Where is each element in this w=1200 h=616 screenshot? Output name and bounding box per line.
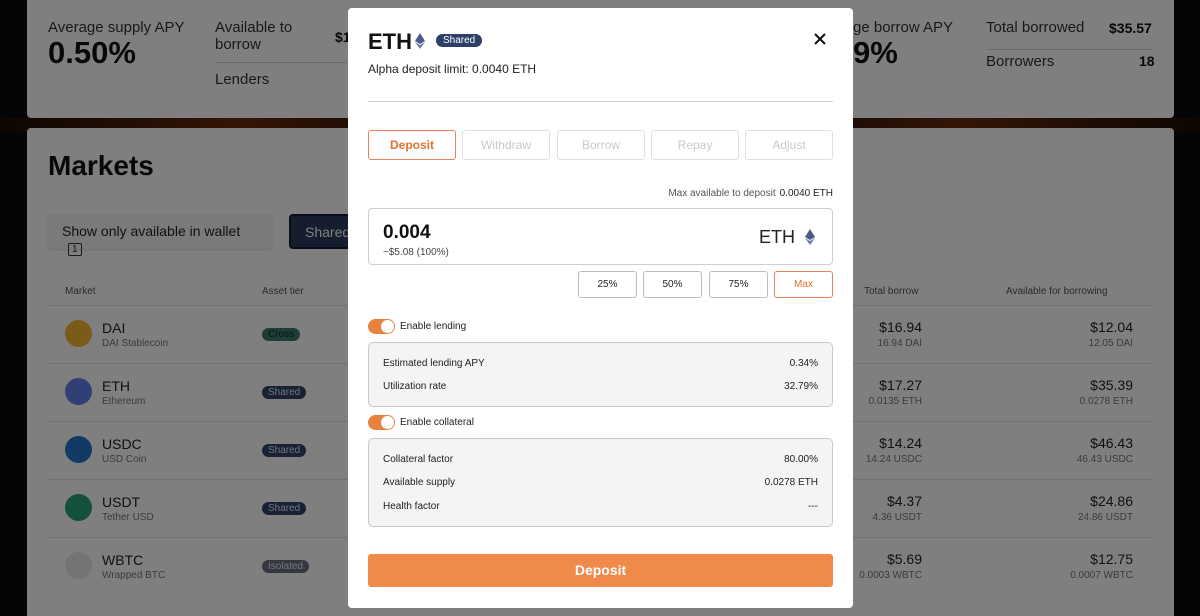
modal-title: ETH	[368, 29, 412, 54]
info-label: Available supply	[383, 477, 456, 488]
info-value: 0.34%	[789, 358, 818, 369]
info-label: Utilization rate	[383, 381, 447, 392]
tab-repay[interactable]: Repay	[651, 130, 739, 160]
info-label: Collateral factor	[383, 454, 454, 465]
percent-25-button[interactable]: 25%	[578, 271, 637, 298]
tab-borrow[interactable]: Borrow	[557, 130, 645, 160]
tab-withdraw[interactable]: Withdraw	[462, 130, 550, 160]
info-value: 80.00%	[784, 454, 818, 465]
max-available-label: Max available to deposit	[668, 188, 776, 199]
deposit-submit-button[interactable]: Deposit	[368, 554, 833, 587]
close-icon[interactable]	[814, 28, 826, 51]
max-available-line: Max available to deposit 0.0040 ETH	[668, 188, 833, 199]
divider	[368, 101, 833, 102]
info-value: 32.79%	[784, 381, 818, 392]
deposit-modal: ETH Shared Alpha deposit limit: 0.0040 E…	[348, 8, 853, 608]
lending-info-box: Estimated lending APY 0.34% Utilization …	[368, 342, 833, 407]
deposit-limit-text: Alpha deposit limit: 0.0040 ETH	[368, 62, 537, 76]
tab-deposit[interactable]: Deposit	[368, 130, 456, 160]
eth-icon	[805, 229, 815, 250]
amount-value[interactable]: 0.004	[383, 222, 431, 244]
collateral-info-box: Collateral factor 80.00% Available suppl…	[368, 438, 833, 527]
eth-icon	[415, 33, 425, 54]
enable-collateral-toggle[interactable]	[368, 415, 395, 430]
percent-75-button[interactable]: 75%	[709, 271, 768, 298]
info-value: ---	[808, 501, 818, 512]
max-button[interactable]: Max	[774, 271, 833, 298]
info-value: 0.0278 ETH	[764, 477, 818, 488]
amount-usd-value: ~$5.08 (100%)	[383, 247, 449, 258]
enable-collateral-label: Enable collateral	[400, 417, 474, 428]
percent-50-button[interactable]: 50%	[643, 271, 702, 298]
info-label: Estimated lending APY	[383, 358, 485, 369]
amount-input[interactable]: 0.004 ~$5.08 (100%) ETH	[368, 208, 833, 265]
amount-symbol: ETH	[759, 227, 795, 247]
info-label: Health factor	[383, 501, 440, 512]
shared-badge: Shared	[436, 34, 483, 47]
enable-lending-label: Enable lending	[400, 321, 467, 332]
tab-adjust[interactable]: Adjust	[745, 130, 833, 160]
enable-lending-toggle[interactable]	[368, 319, 395, 334]
max-available-value: 0.0040 ETH	[779, 188, 833, 199]
